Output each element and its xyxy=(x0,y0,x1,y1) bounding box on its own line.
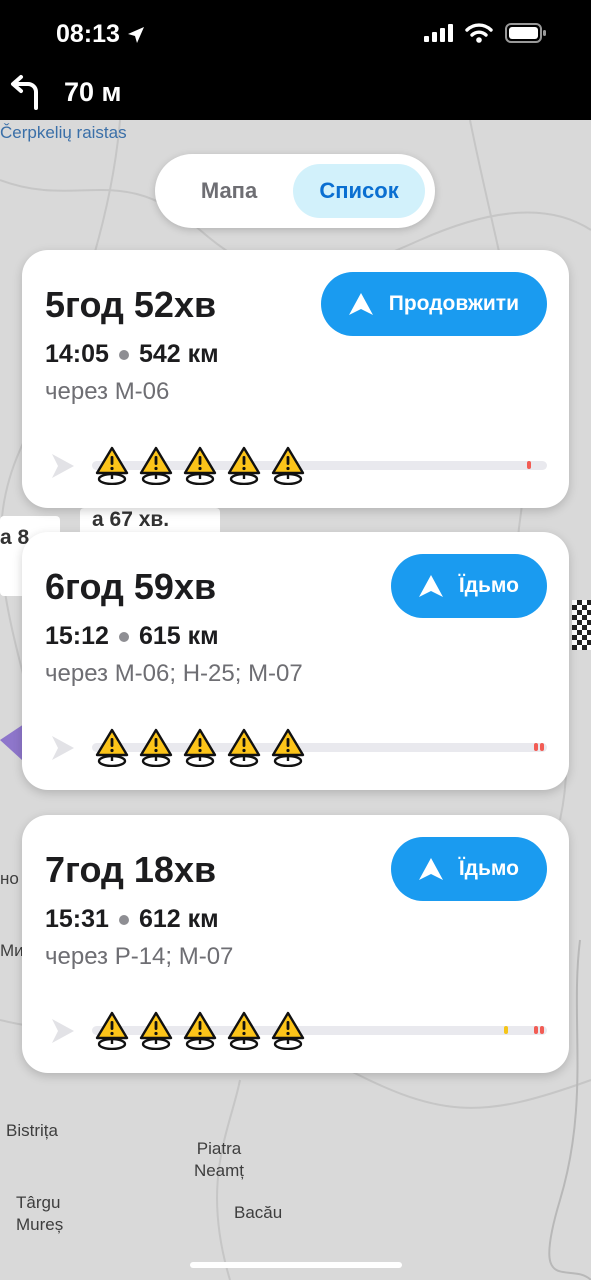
route-duration: 6год 59хв xyxy=(45,566,217,607)
traffic-marker xyxy=(504,1026,509,1034)
clock: 08:13 xyxy=(56,20,120,48)
navigation-arrow-icon xyxy=(348,293,373,315)
map-label-bacau: Bacău xyxy=(234,1203,283,1222)
route-via: через М-06; Н-25; М-07 xyxy=(45,660,303,687)
route-progress xyxy=(50,446,547,486)
home-indicator[interactable] xyxy=(190,1262,402,1268)
route-card-1[interactable]: 5год 52хв 14:05 542 км через М-06 Продов… xyxy=(22,250,569,508)
arrival-time: 15:12 xyxy=(45,622,109,650)
navigation-arrow-icon xyxy=(418,858,443,880)
status-time: 08:13 xyxy=(56,20,146,49)
go-button[interactable]: Їдьмо xyxy=(390,554,547,618)
hazard-warning-icon xyxy=(226,445,262,486)
hazard-warning-icon xyxy=(270,1010,306,1051)
hazard-warning-icon xyxy=(138,445,174,486)
go-button-label: Їдьмо xyxy=(458,857,519,880)
hazard-warning-icon xyxy=(182,1010,218,1051)
destination-flag-icon xyxy=(572,600,591,650)
hazard-warning-icon xyxy=(94,1010,130,1051)
route-meta: 14:05 542 км xyxy=(45,340,219,369)
hazard-warning-icon xyxy=(226,727,262,768)
arrival-time: 15:31 xyxy=(45,905,109,933)
continue-button[interactable]: Продовжити xyxy=(320,272,547,336)
hazard-list xyxy=(94,445,306,486)
route-distance: 542 км xyxy=(138,340,219,368)
route-via: через Р-14; М-07 xyxy=(45,943,234,970)
map-label-side-mi: Ми xyxy=(0,941,24,960)
tab-list[interactable]: Список xyxy=(293,164,425,218)
hazard-list xyxy=(94,727,306,768)
status-icons xyxy=(423,22,547,44)
cellular-signal-icon xyxy=(424,24,453,42)
start-arrow-icon xyxy=(52,736,74,760)
go-button[interactable]: Їдьмо xyxy=(390,837,547,901)
route-duration: 5год 52хв xyxy=(45,284,217,325)
start-arrow-icon xyxy=(52,1019,74,1043)
map-label-cerpkeliu: Čerpkelių raistas xyxy=(0,123,127,142)
traffic-marker xyxy=(526,461,531,469)
hazard-warning-icon xyxy=(270,727,306,768)
map-label-piatra-neamt: Piatra Neamț xyxy=(193,1139,245,1181)
hazard-warning-icon xyxy=(182,727,218,768)
hazard-warning-icon xyxy=(138,727,174,768)
battery-icon xyxy=(505,23,546,43)
map-label-side-no: но xyxy=(0,869,19,888)
route-distance: 612 км xyxy=(138,905,219,933)
route-card-3[interactable]: 7год 18хв 15:31 612 км через Р-14; М-07 … xyxy=(22,815,569,1073)
route-distance: 615 км xyxy=(138,622,219,650)
navigation-arrow-icon xyxy=(418,575,443,597)
separator-dot xyxy=(118,631,129,642)
maneuver-distance: 70 м xyxy=(64,76,122,107)
route-progress xyxy=(50,1011,547,1051)
map-label-targu-mures: Târgu Mureș xyxy=(16,1193,64,1235)
map-route-bubble-top-text: а 67 хв. xyxy=(92,508,170,531)
go-button-label: Їдьмо xyxy=(458,574,519,597)
route-progress xyxy=(50,728,547,768)
hazard-warning-icon xyxy=(270,445,306,486)
traffic-marker xyxy=(540,743,545,751)
hazard-warning-icon xyxy=(94,445,130,486)
next-maneuver[interactable]: 70 м xyxy=(8,74,122,110)
view-toggle: Мапа Список xyxy=(155,154,435,228)
hazard-warning-icon xyxy=(94,727,130,768)
tab-map[interactable]: Мапа xyxy=(165,164,293,218)
top-bar: 08:13 70 м xyxy=(0,0,591,120)
continue-button-label: Продовжити xyxy=(388,292,519,315)
traffic-marker xyxy=(533,1026,538,1034)
hazard-warning-icon xyxy=(138,1010,174,1051)
wifi-icon xyxy=(465,23,493,43)
route-duration: 7год 18хв xyxy=(45,849,217,890)
route-via: через М-06 xyxy=(45,378,170,405)
hazard-warning-icon xyxy=(182,445,218,486)
route-meta: 15:31 612 км xyxy=(45,905,219,934)
hazard-warning-icon xyxy=(226,1010,262,1051)
traffic-marker xyxy=(540,1026,545,1034)
separator-dot xyxy=(118,349,129,360)
hazard-list xyxy=(94,1010,306,1051)
traffic-marker xyxy=(533,743,538,751)
arrival-time: 14:05 xyxy=(45,340,109,368)
route-meta: 15:12 615 км xyxy=(45,622,219,651)
turn-left-arrow-icon xyxy=(11,75,38,110)
location-arrow-icon xyxy=(127,26,144,43)
route-card-2[interactable]: 6год 59хв 15:12 615 км через М-06; Н-25;… xyxy=(22,532,569,790)
start-arrow-icon xyxy=(52,454,74,478)
map-label-bistrita: Bistrița xyxy=(6,1121,58,1140)
separator-dot xyxy=(118,914,129,925)
